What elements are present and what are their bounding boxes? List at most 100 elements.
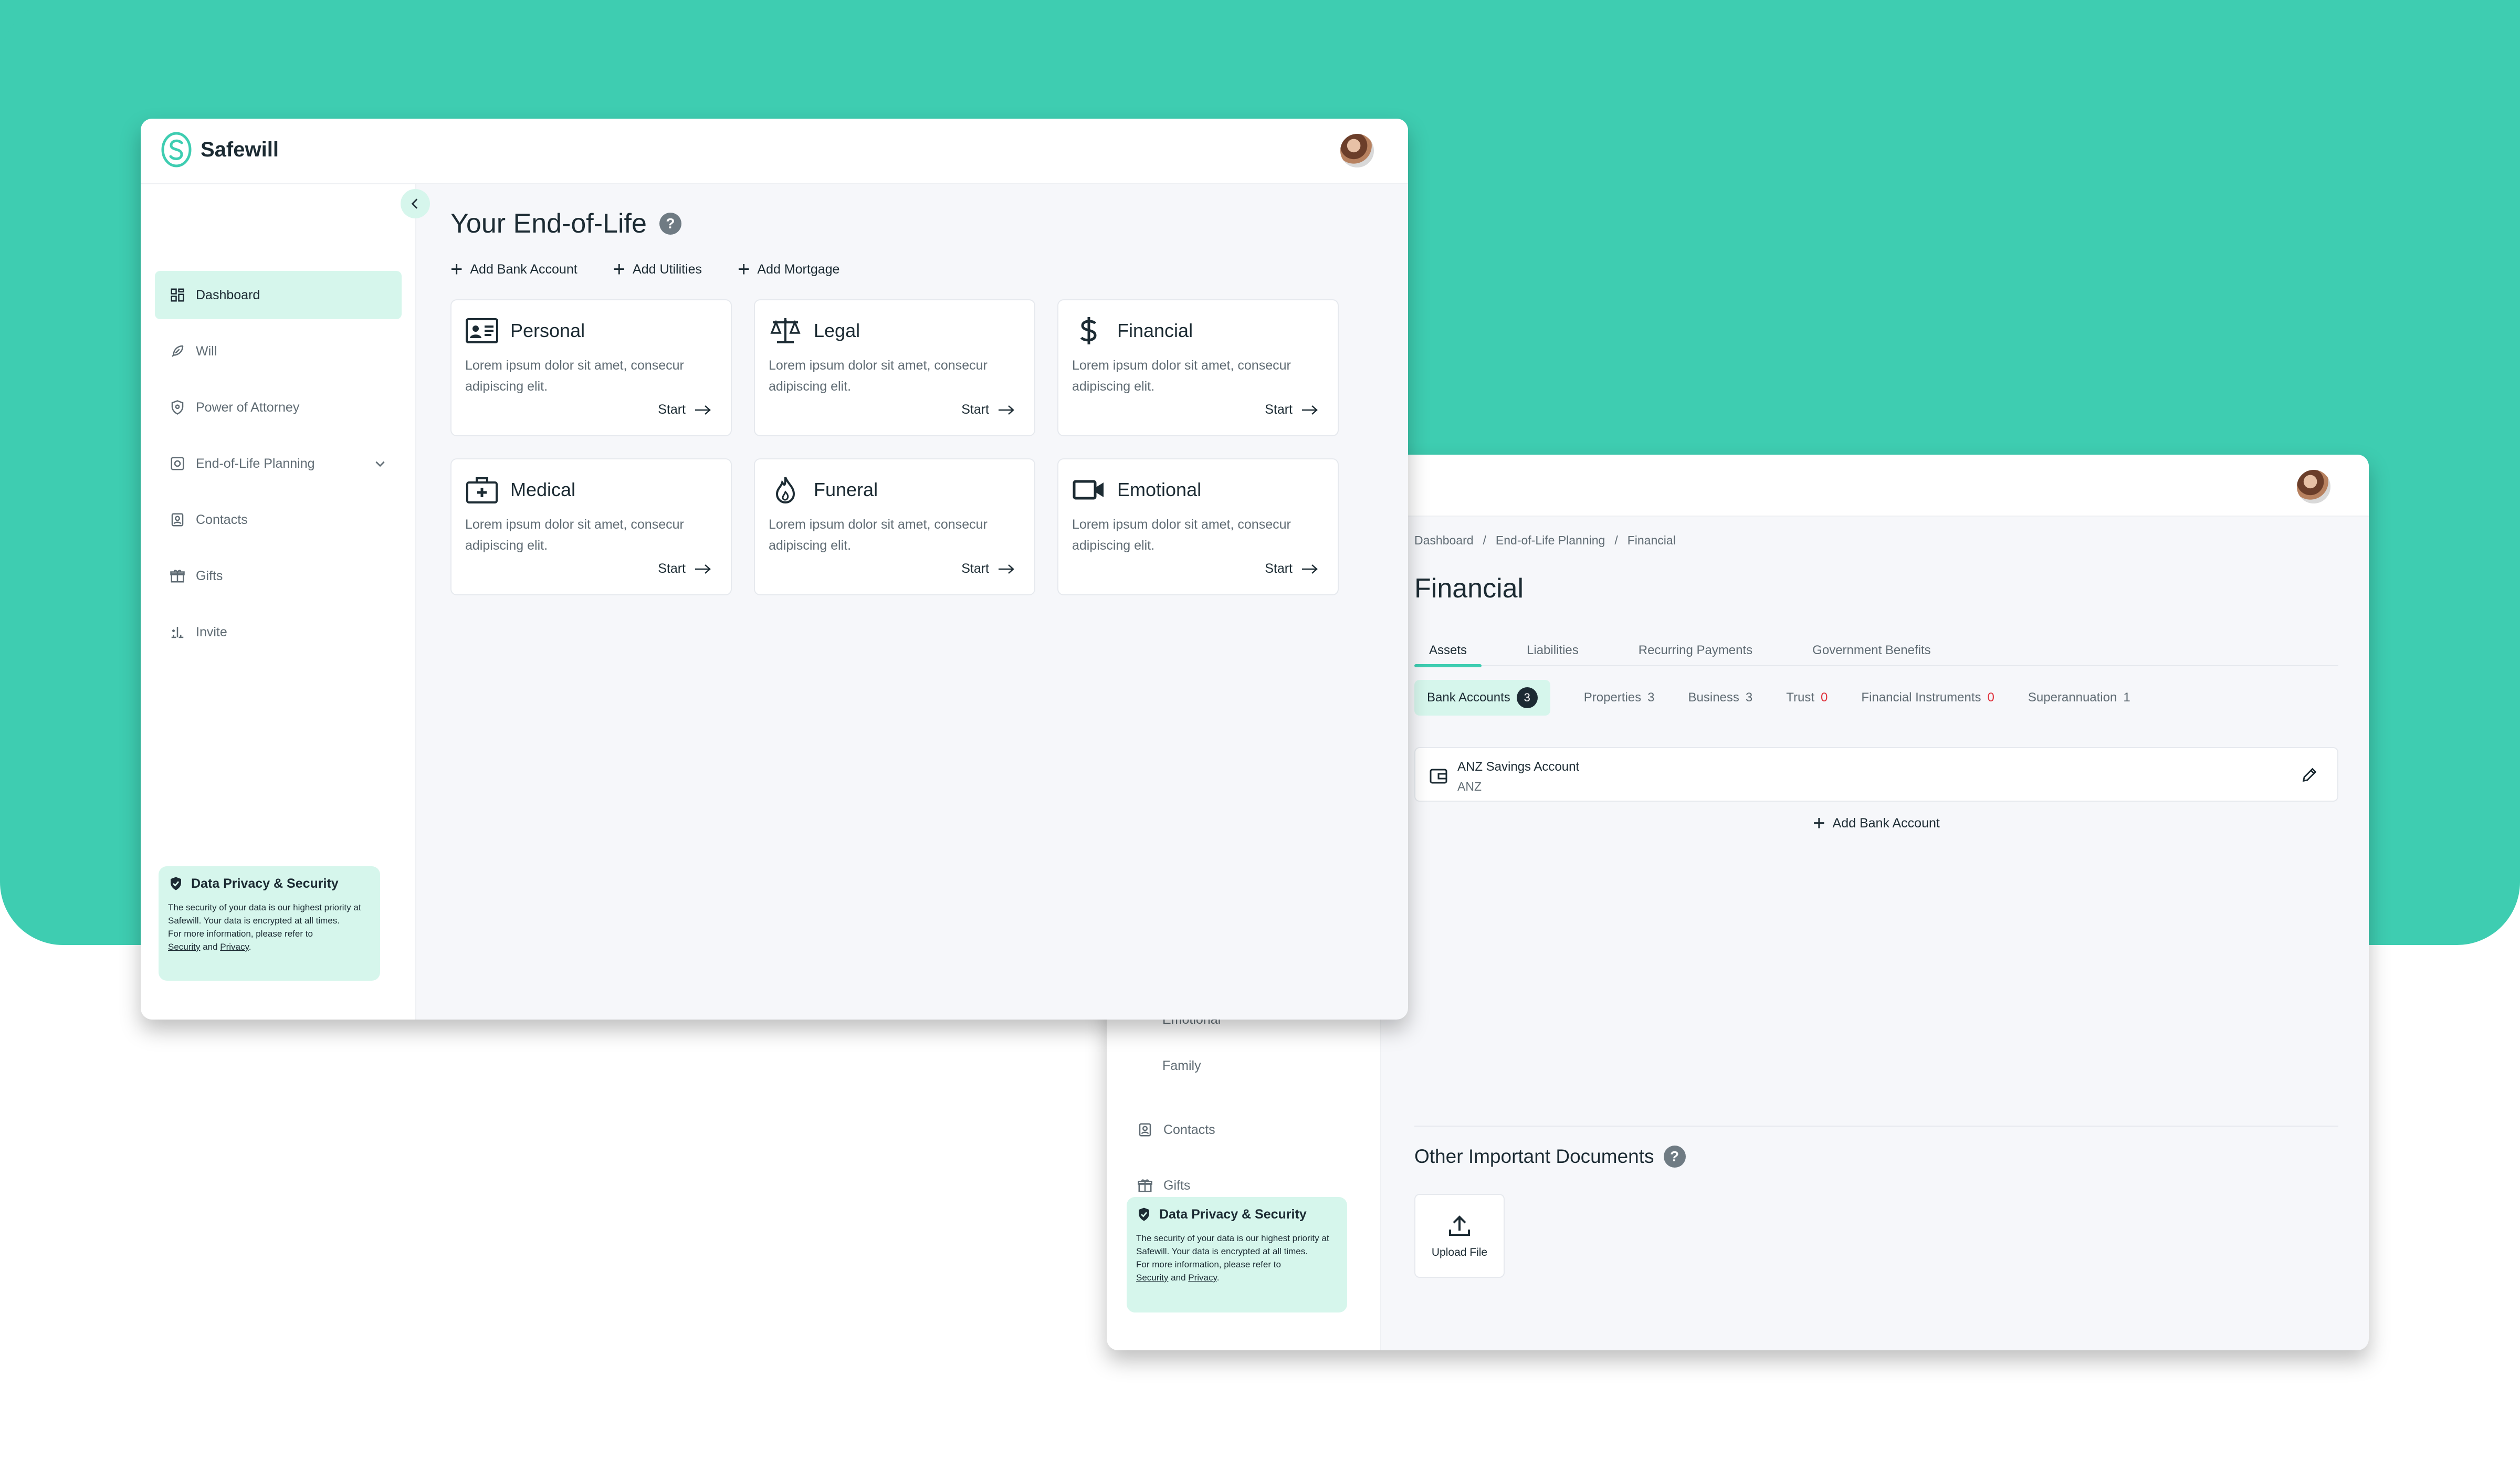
privacy-notice: Data Privacy & Security The security of …: [1127, 1197, 1347, 1312]
subtab-properties[interactable]: Properties 3: [1584, 690, 1655, 705]
card-funeral[interactable]: Funeral Lorem ipsum dolor sit amet, cons…: [754, 458, 1035, 595]
sidebar-item-label: Contacts: [1163, 1122, 1215, 1137]
breadcrumb-end-of-life-planning[interactable]: End-of-Life Planning: [1496, 533, 1605, 548]
card-description: Lorem ipsum dolor sit amet, consecur adi…: [769, 517, 988, 553]
arrow-right-icon: [695, 564, 711, 574]
card-description: Lorem ipsum dolor sit amet, consecur adi…: [1072, 358, 1291, 394]
subtab-superannuation[interactable]: Superannuation 1: [2028, 690, 2130, 705]
sidebar-item-dashboard[interactable]: Dashboard: [155, 271, 402, 319]
card-legal[interactable]: Legal Lorem ipsum dolor sit amet, consec…: [754, 299, 1035, 436]
collapse-sidebar-button[interactable]: [401, 189, 430, 218]
add-bank-account-button[interactable]: + Add Bank Account: [1414, 813, 2338, 834]
sidebar-item-power-of-attorney[interactable]: Power of Attorney: [155, 383, 402, 432]
help-icon[interactable]: ?: [1663, 1146, 1686, 1168]
account-bank: ANZ: [1457, 780, 1482, 793]
bank-account-row[interactable]: ANZ Savings Account ANZ: [1414, 747, 2338, 802]
start-button[interactable]: Start: [961, 561, 1015, 576]
start-button[interactable]: Start: [658, 561, 712, 576]
main-content: Your End-of-Life ? + Add Bank Account + Ad…: [450, 208, 1395, 595]
sidebar-item-label: Power of Attorney: [196, 400, 300, 415]
sidebar-item-contacts[interactable]: Contacts: [155, 496, 402, 544]
subtab-financial-instruments[interactable]: Financial Instruments 0: [1861, 690, 1994, 705]
card-financial[interactable]: Financial Lorem ipsum dolor sit amet, co…: [1057, 299, 1339, 436]
sidebar-item-gifts[interactable]: Gifts: [155, 552, 402, 600]
user-avatar[interactable]: [2295, 468, 2332, 505]
count: 0: [1821, 690, 1828, 705]
subtab-business[interactable]: Business 3: [1688, 690, 1753, 705]
sidebar-item-end-of-life-planning[interactable]: End-of-Life Planning: [155, 439, 402, 488]
safewill-logo-icon: [161, 132, 192, 167]
privacy-refer: For more information, please refer to Sec…: [1136, 1259, 1281, 1283]
wallet-icon: [1430, 769, 1447, 784]
shield-check-icon: [1139, 1208, 1149, 1221]
card-title: Emotional: [1117, 479, 1202, 500]
privacy-text: The security of your data is our highest…: [1136, 1233, 1329, 1256]
gift-icon: [1138, 1179, 1152, 1192]
tab-assets[interactable]: Assets: [1414, 635, 1482, 667]
pencil-icon[interactable]: [2301, 766, 2318, 784]
shield-icon: [171, 400, 184, 415]
privacy-title: Data Privacy & Security: [168, 876, 371, 891]
subtab-bank-accounts[interactable]: Bank Accounts 3: [1414, 680, 1550, 716]
count: 3: [1745, 690, 1753, 705]
security-link[interactable]: Security: [168, 942, 200, 952]
safewill-logo[interactable]: Safewill: [161, 131, 279, 168]
dashboard-icon: [171, 288, 184, 302]
upload-icon: [1449, 1215, 1470, 1236]
other-documents-title: Other Important Documents ?: [1414, 1146, 1686, 1168]
subtab-trust[interactable]: Trust 0: [1786, 690, 1828, 705]
settings-box-icon: [171, 457, 184, 470]
privacy-text: The security of your data is our highest…: [168, 902, 361, 926]
breadcrumb-separator: /: [1483, 533, 1486, 547]
arrow-right-icon: [999, 564, 1014, 574]
tab-government-benefits[interactable]: Government Benefits: [1798, 635, 1945, 666]
sidebar-item-contacts[interactable]: Contacts: [1132, 1107, 1342, 1153]
card-description: Lorem ipsum dolor sit amet, consecur adi…: [465, 517, 684, 553]
arrow-right-icon: [1302, 405, 1318, 415]
upload-file-button[interactable]: Upload File: [1414, 1194, 1505, 1278]
shield-check-icon: [171, 877, 181, 890]
divider: [1414, 1126, 2338, 1127]
scales-icon: [770, 318, 801, 343]
help-icon[interactable]: ?: [659, 213, 681, 235]
sidebar-subitem-family[interactable]: Family: [1162, 1055, 1221, 1101]
tab-recurring-payments[interactable]: Recurring Payments: [1624, 635, 1767, 666]
asset-subtabs: Bank Accounts 3 Properties 3 Business 3 Tru…: [1414, 680, 2338, 716]
dollar-icon: [1080, 317, 1097, 344]
chevron-down-icon[interactable]: [373, 457, 387, 470]
contacts-icon: [171, 513, 184, 527]
privacy-link[interactable]: Privacy: [220, 942, 248, 952]
start-button[interactable]: Start: [658, 402, 712, 417]
start-button[interactable]: Start: [1265, 561, 1319, 576]
privacy-link[interactable]: Privacy: [1188, 1273, 1216, 1283]
card-medical[interactable]: Medical Lorem ipsum dolor sit amet, cons…: [450, 458, 732, 595]
card-title: Legal: [814, 320, 860, 341]
security-link[interactable]: Security: [1136, 1273, 1168, 1283]
arrow-right-icon: [999, 405, 1014, 415]
tab-liabilities[interactable]: Liabilities: [1512, 635, 1593, 666]
count: 1: [2123, 690, 2130, 705]
card-emotional[interactable]: Emotional Lorem ipsum dolor sit amet, co…: [1057, 458, 1339, 595]
breadcrumb-dashboard[interactable]: Dashboard: [1414, 533, 1474, 548]
plus-icon: +: [450, 258, 463, 281]
user-avatar[interactable]: [1339, 132, 1376, 169]
quick-actions: + Add Bank Account + Add Utilities + Add Mo…: [450, 258, 1395, 281]
card-personal[interactable]: Personal Lorem ipsum dolor sit amet, con…: [450, 299, 732, 436]
add-bank-account-button[interactable]: + Add Bank Account: [450, 258, 578, 281]
medical-kit-icon: [466, 477, 498, 503]
start-button[interactable]: Start: [961, 402, 1015, 417]
contacts-icon: [1139, 1123, 1151, 1137]
breadcrumb-separator: /: [1614, 533, 1618, 547]
id-card-icon: [466, 318, 498, 343]
privacy-notice: Data Privacy & Security The security of …: [159, 866, 380, 981]
sidebar-item-invite[interactable]: Invite: [155, 608, 402, 656]
add-utilities-button[interactable]: + Add Utilities: [613, 258, 702, 281]
start-button[interactable]: Start: [1265, 402, 1319, 417]
add-mortgage-button[interactable]: + Add Mortgage: [738, 259, 839, 280]
invite-icon: [171, 627, 184, 638]
sidebar-item-will[interactable]: Will: [155, 327, 402, 375]
category-cards: Personal Lorem ipsum dolor sit amet, con…: [450, 299, 1395, 595]
plus-icon: +: [613, 258, 626, 281]
end-of-life-window: Safewill Dashboard Will Power of Attorne…: [141, 119, 1408, 1020]
count: 0: [1987, 690, 1994, 705]
